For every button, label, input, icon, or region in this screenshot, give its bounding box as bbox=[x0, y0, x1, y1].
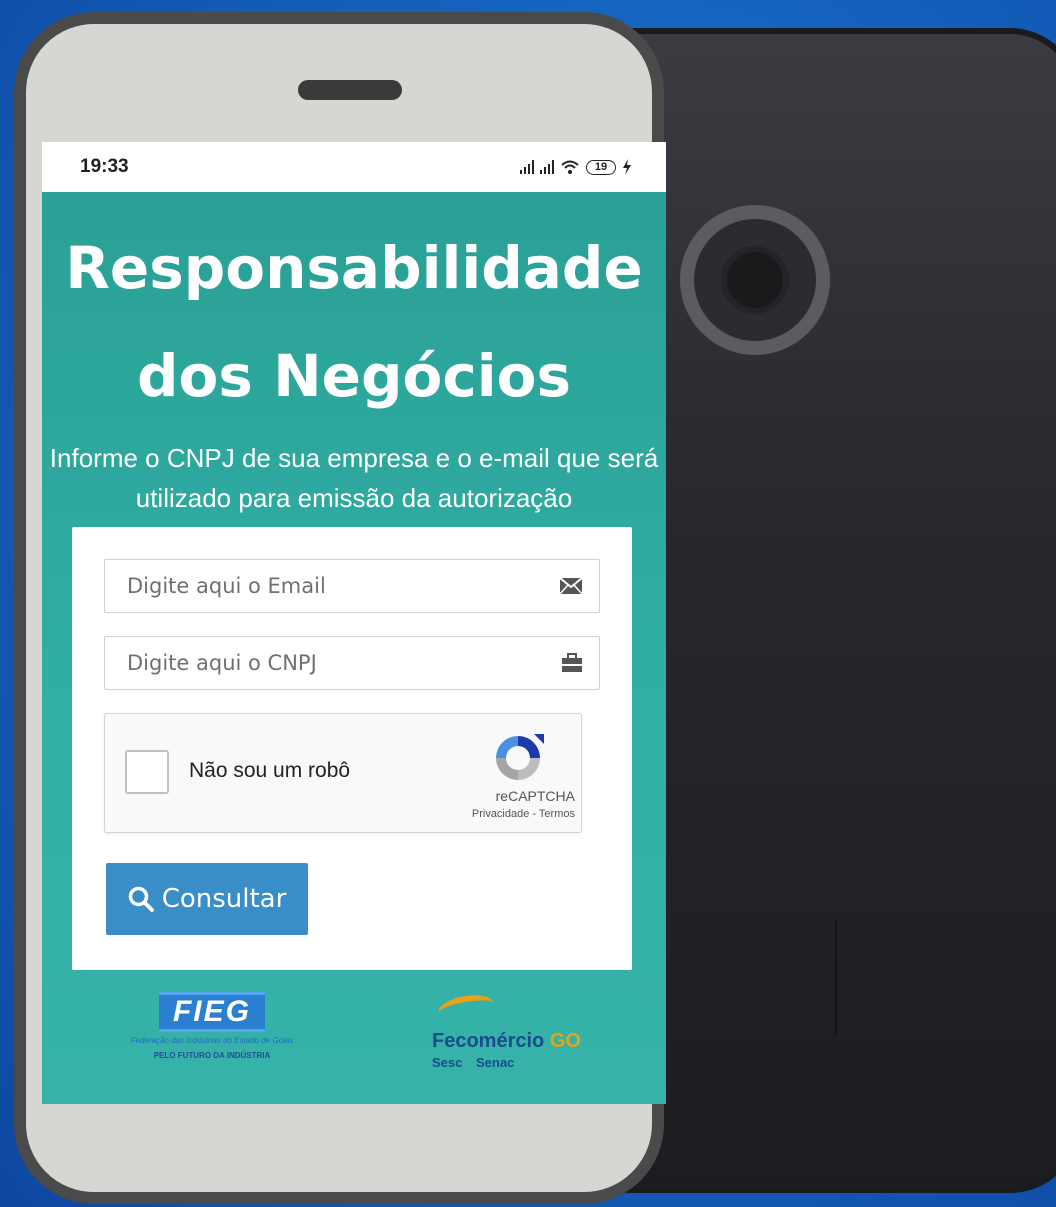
phone-speaker bbox=[298, 80, 402, 100]
fecomercio-name: Fecomércio GO bbox=[432, 1030, 632, 1053]
status-icons: 19 bbox=[520, 159, 632, 175]
battery-icon: 19 bbox=[586, 159, 616, 175]
fecomercio-name-text: Fecomércio bbox=[432, 1030, 545, 1052]
status-time: 19:33 bbox=[80, 156, 129, 177]
fieg-tagline: PELO FUTURO DA INDÚSTRIA bbox=[153, 1051, 271, 1060]
envelope-icon bbox=[559, 577, 583, 595]
briefcase-icon bbox=[562, 653, 582, 672]
recaptcha-widget: Não sou um robô reCAPTCHA Privacidade - … bbox=[104, 713, 582, 833]
signal-icon-2 bbox=[540, 160, 554, 174]
signal-icon bbox=[520, 160, 534, 174]
fecomercio-region: GO bbox=[549, 1030, 581, 1052]
form-card: Não sou um robô reCAPTCHA Privacidade - … bbox=[72, 527, 632, 970]
phone-screen: 19:33 19 Responsabilidade dos Negócios I… bbox=[42, 142, 666, 1104]
phone-side-button bbox=[825, 918, 837, 1038]
battery-level: 19 bbox=[594, 161, 608, 173]
recaptcha-icon bbox=[496, 734, 544, 780]
fecomercio-swoosh-icon bbox=[436, 991, 496, 1025]
camera-icon bbox=[680, 205, 830, 355]
recaptcha-links[interactable]: Privacidade - Termos bbox=[105, 808, 575, 820]
wifi-icon bbox=[561, 160, 579, 174]
cnpj-field[interactable] bbox=[104, 636, 600, 690]
camera-lens bbox=[727, 252, 783, 308]
email-input[interactable] bbox=[125, 573, 529, 599]
partner-logos: FIEG Federação das Indústrias do Estado … bbox=[42, 991, 666, 1092]
status-bar: 19:33 19 bbox=[42, 142, 666, 192]
fieg-subtitle: Federação das Indústrias do Estado de Go… bbox=[130, 1036, 294, 1045]
recaptcha-label: Não sou um robô bbox=[189, 759, 351, 782]
subtitle-line-2: utilizado para emissão da autorização bbox=[135, 483, 573, 513]
consultar-button[interactable]: Consultar bbox=[106, 863, 308, 935]
fieg-logo: FIEG Federação das Indústrias do Estado … bbox=[92, 992, 332, 1060]
fecomercio-sub: Sesc Senac bbox=[432, 1055, 515, 1070]
phone-front: 19:33 19 Responsabilidade dos Negócios I… bbox=[14, 12, 666, 1204]
search-icon bbox=[128, 886, 154, 912]
charging-icon bbox=[623, 159, 631, 175]
subtitle-line-1: Informe o CNPJ de sua empresa e o e-mail… bbox=[49, 443, 659, 473]
email-field[interactable] bbox=[104, 559, 600, 613]
consultar-label: Consultar bbox=[161, 884, 287, 914]
content-area: Responsabilidade dos Negócios Informe o … bbox=[42, 192, 666, 1104]
fieg-mark: FIEG bbox=[158, 992, 265, 1032]
recaptcha-brand: reCAPTCHA bbox=[495, 788, 575, 804]
page-subtitle: Informe o CNPJ de sua empresa e o e-mail… bbox=[42, 438, 666, 518]
fecomercio-logo: Fecomércio GO Sesc Senac bbox=[432, 991, 632, 1070]
title-line-1: Responsabilidade bbox=[65, 234, 643, 302]
cnpj-input[interactable] bbox=[125, 650, 529, 676]
title-line-2: dos Negócios bbox=[137, 342, 571, 410]
page-title: Responsabilidade dos Negócios bbox=[42, 192, 666, 430]
